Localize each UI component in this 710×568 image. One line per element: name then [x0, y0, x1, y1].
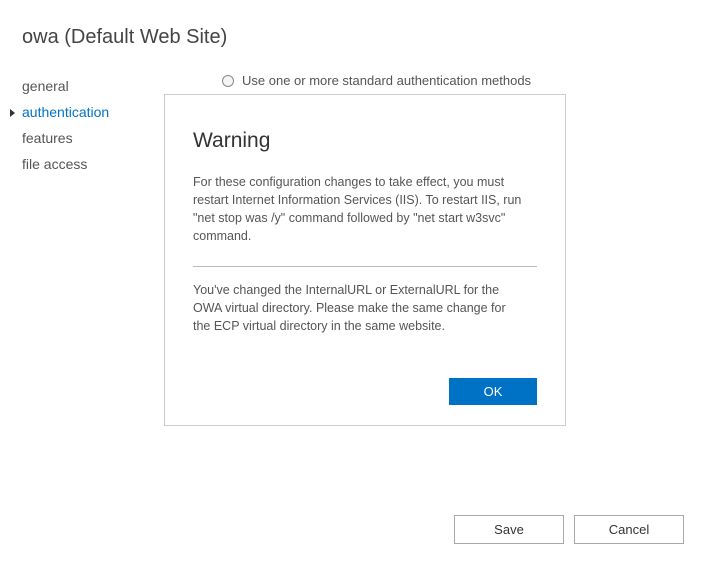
dialog-text-2: You've changed the InternalURL or Extern… [193, 281, 523, 335]
auth-method-label: Use one or more standard authentication … [242, 73, 531, 88]
sidebar-item-label: features [22, 130, 73, 146]
content-wrap: general authentication features file acc… [0, 73, 710, 426]
sidebar: general authentication features file acc… [0, 73, 160, 426]
sidebar-item-general[interactable]: general [22, 73, 160, 99]
radio-icon [222, 75, 234, 87]
sidebar-item-features[interactable]: features [22, 125, 160, 151]
ok-button[interactable]: OK [449, 378, 537, 405]
sidebar-item-label: file access [22, 156, 87, 172]
dialog-separator [193, 266, 537, 267]
dialog-actions: OK [193, 378, 537, 405]
sidebar-item-file-access[interactable]: file access [22, 151, 160, 177]
sidebar-item-label: authentication [22, 104, 109, 120]
page-title: owa (Default Web Site) [0, 0, 710, 49]
save-button[interactable]: Save [454, 515, 564, 544]
main-panel: Use one or more standard authentication … [160, 73, 710, 426]
sidebar-item-label: general [22, 78, 69, 94]
auth-method-option[interactable]: Use one or more standard authentication … [222, 73, 682, 88]
dialog-title: Warning [193, 129, 537, 153]
dialog-text-1: For these configuration changes to take … [193, 173, 523, 246]
sidebar-item-authentication[interactable]: authentication [22, 99, 160, 125]
cancel-button[interactable]: Cancel [574, 515, 684, 544]
footer-actions: Save Cancel [454, 515, 684, 544]
warning-dialog: Warning For these configuration changes … [164, 94, 566, 426]
